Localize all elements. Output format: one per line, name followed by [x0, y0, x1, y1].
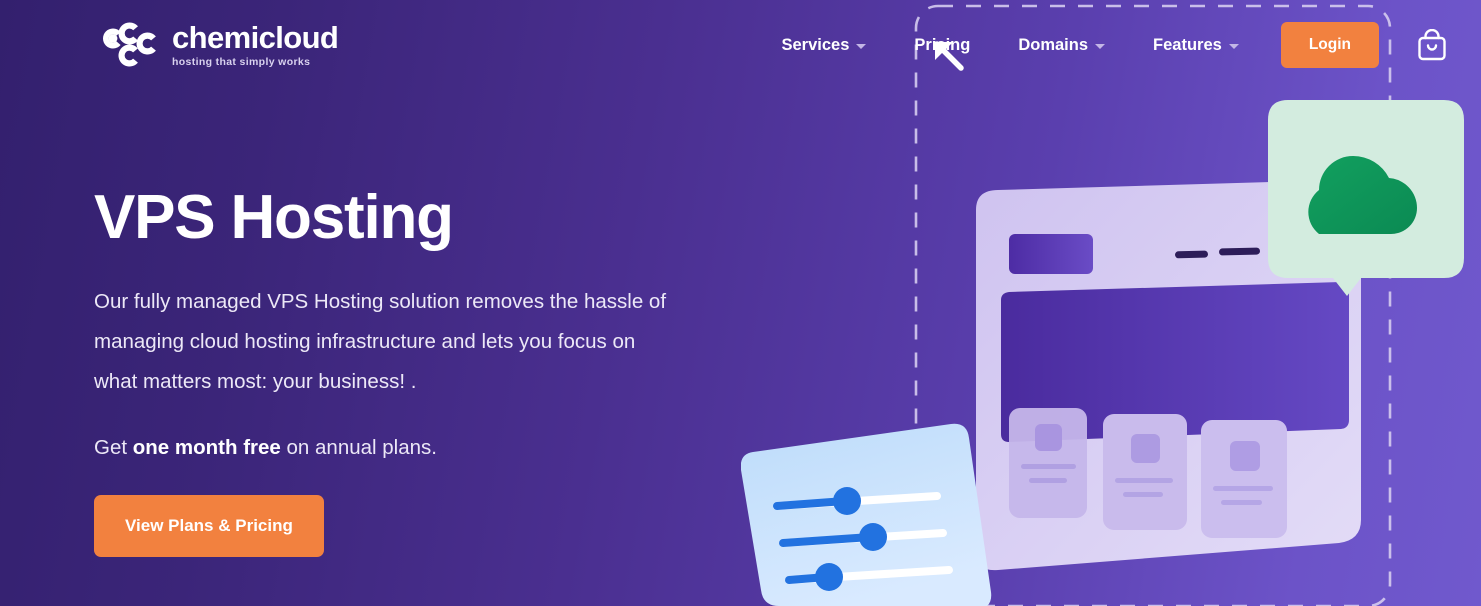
hero-offer-text: Get one month free on annual plans.: [94, 436, 714, 460]
cloud-speech-bubble: [1268, 100, 1464, 296]
nav-item-services[interactable]: Services: [758, 36, 891, 55]
chevron-down-icon: [856, 44, 867, 49]
brand-name: chemicloud: [172, 19, 339, 55]
nav-item-domains[interactable]: Domains: [994, 36, 1129, 55]
slider-handle: [859, 523, 887, 551]
chevron-down-icon: [1095, 44, 1106, 49]
card-header-block: [1009, 234, 1093, 274]
settings-sliders-card: [741, 423, 992, 606]
page-title: VPS Hosting: [94, 183, 454, 252]
slider-handle: [815, 563, 843, 591]
hero-section: VPS Hosting Our fully managed VPS Hostin…: [94, 183, 714, 558]
hero-description: Our fully managed VPS Hosting solution r…: [94, 290, 667, 394]
brand-tagline: hosting that simply works: [172, 56, 311, 69]
vps-server-dashboard-illustration: [741, 0, 1481, 606]
main-navigation: Services Pricing Domains Features Login: [758, 22, 1481, 68]
nav-item-pricing[interactable]: Pricing: [890, 36, 994, 55]
nav-label-pricing: Pricing: [914, 35, 971, 54]
content-card-2: [1103, 414, 1187, 530]
content-card-1: [1009, 408, 1087, 518]
site-header: chemicloud hosting that simply works Ser…: [0, 0, 1481, 90]
chemicloud-molecule-logo-icon: [94, 21, 158, 69]
chevron-down-icon: [1228, 44, 1239, 49]
nav-item-features[interactable]: Features: [1129, 36, 1263, 55]
offer-highlight: one month free: [132, 436, 281, 460]
brand-logo-link[interactable]: chemicloud hosting that simply works: [94, 19, 339, 69]
login-button[interactable]: Login: [1280, 22, 1379, 68]
slider-handle: [833, 487, 861, 515]
content-card-3: [1201, 420, 1287, 538]
view-plans-pricing-button[interactable]: View Plans & Pricing: [94, 495, 324, 558]
nav-label-features: Features: [1153, 35, 1222, 54]
offer-prefix: Get: [94, 436, 133, 460]
nav-label-domains: Domains: [1018, 35, 1089, 54]
offer-suffix: on annual plans.: [280, 436, 437, 460]
shopping-bag-icon[interactable]: [1417, 29, 1447, 61]
nav-label-services: Services: [781, 35, 850, 54]
